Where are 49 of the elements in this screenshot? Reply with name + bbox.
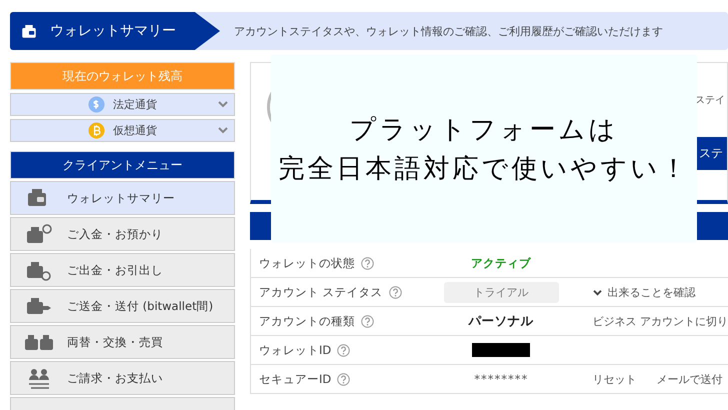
- expand-link[interactable]: 出来ることを確認: [592, 284, 696, 300]
- redaction-block: [472, 343, 530, 358]
- chevron-icon: [218, 100, 228, 108]
- wallet-icon: [20, 23, 38, 39]
- menu-item[interactable]: ご入金・お預かり: [10, 217, 235, 251]
- help-icon[interactable]: [388, 286, 402, 298]
- wallet-icon: [25, 259, 53, 281]
- field-value: ********: [474, 372, 528, 386]
- wallet-icon: [25, 223, 53, 245]
- field-label: アカウント ステイタス: [259, 284, 383, 300]
- currency-label: 仮想通貨: [113, 123, 157, 138]
- wallet-icon: [25, 295, 53, 317]
- action-link[interactable]: メールで送付: [656, 372, 722, 386]
- menu-label: 両替・交換・売買: [67, 334, 163, 350]
- menu-label: ご出金・お引出し: [67, 262, 163, 278]
- menu-label: ご送金・送付 (bitwallet間): [67, 298, 214, 314]
- field-label: ウォレットの状態: [259, 256, 355, 270]
- menu-item[interactable]: ウォレットサマリー: [10, 181, 235, 215]
- bitcoin-coin-icon: [88, 122, 105, 139]
- action-link[interactable]: リセット: [592, 372, 636, 386]
- field-value: アクティブ: [471, 256, 532, 270]
- currency-row[interactable]: 法定通貨: [10, 93, 235, 116]
- chevron-icon: [592, 288, 602, 296]
- menu-label: ウォレットサマリー: [67, 190, 175, 206]
- dollar-coin-icon: [88, 96, 105, 113]
- menu-header: クライアントメニュー: [10, 151, 235, 179]
- menu-label: ご入金・お預かり: [67, 226, 163, 242]
- page-title: ウォレットサマリー: [50, 22, 176, 40]
- menu-item[interactable]: ご送金・送付 (bitwallet間): [10, 289, 235, 323]
- currency-row[interactable]: 仮想通貨: [10, 119, 235, 142]
- action-link[interactable]: ビジネス アカウントに切り: [592, 314, 728, 328]
- currency-label: 法定通貨: [113, 97, 157, 112]
- field-label: ウォレットID: [259, 342, 332, 358]
- page-description: アカウントステイタスや、ウォレット情報のご確認、ご利用履歴がご確認いただけます: [233, 24, 663, 40]
- chevron-icon: [218, 126, 228, 134]
- menu-label: ご請求・お支払い: [67, 370, 163, 386]
- field-label: セキュアーID: [259, 372, 332, 386]
- overlay-text: プラットフォームは: [350, 114, 618, 147]
- help-icon[interactable]: [361, 256, 374, 270]
- menu-item[interactable]: ご請求・お支払い: [10, 361, 235, 395]
- balance-header: 現在のウォレット残高: [10, 62, 235, 90]
- menu-item[interactable]: ご出金・お引出し: [10, 253, 235, 287]
- field-label: アカウントの種類: [259, 314, 355, 328]
- help-icon[interactable]: [337, 372, 350, 386]
- help-icon[interactable]: [337, 344, 350, 356]
- field-value: パーソナル: [468, 312, 534, 328]
- help-icon[interactable]: [361, 314, 374, 328]
- status-badge: トライアル: [444, 282, 559, 302]
- menu-item[interactable]: 両替・交換・売買: [10, 325, 235, 359]
